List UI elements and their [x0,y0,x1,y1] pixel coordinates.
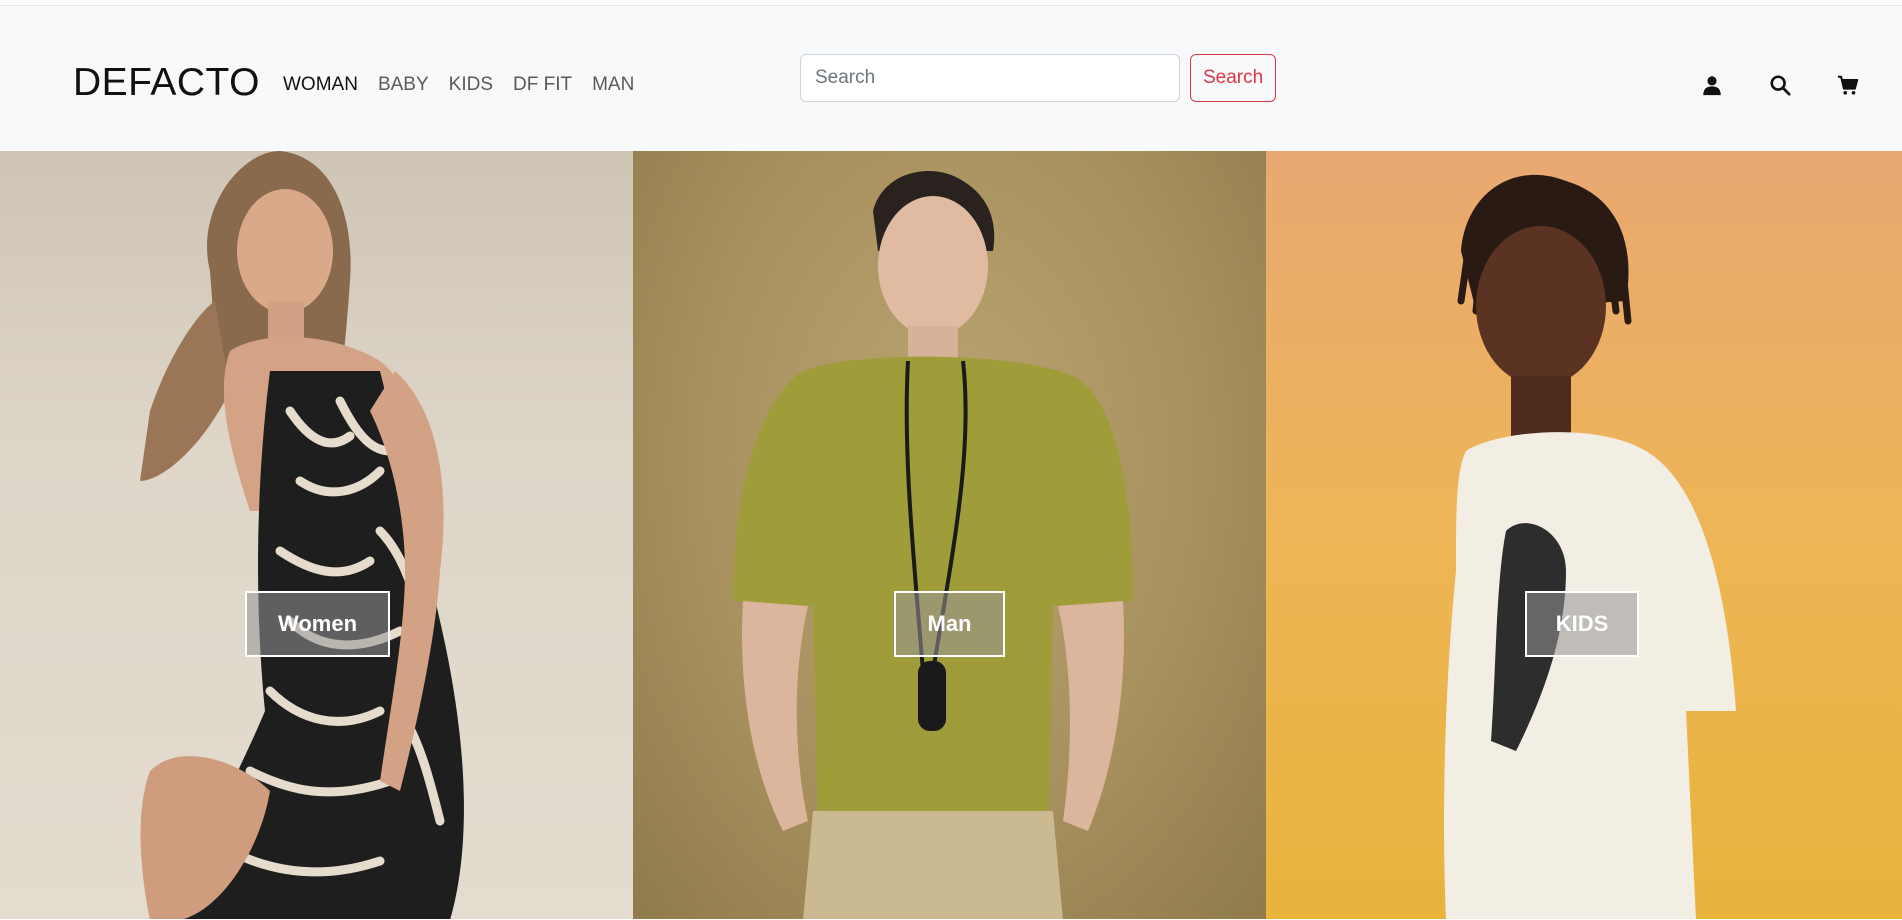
nav-link-df-fit[interactable]: DF FIT [513,68,572,102]
nav-link-baby[interactable]: BABY [378,68,429,102]
cart-icon[interactable] [1831,68,1865,102]
navbar: DEFACTO WOMAN BABY KIDS DF FIT MAN Searc… [0,6,1902,151]
kids-model-image [1444,174,1736,920]
search-icon[interactable] [1763,68,1797,102]
user-icon[interactable] [1695,68,1729,102]
nav-link-woman[interactable]: WOMAN [283,68,358,102]
search-input[interactable] [800,54,1180,102]
women-category-panel[interactable]: Women [0,151,633,920]
search-button[interactable]: Search [1190,54,1277,102]
kids-category-panel[interactable]: KIDS [1266,151,1902,920]
main-nav: WOMAN BABY KIDS DF FIT MAN [283,68,654,102]
header-icons [1695,68,1899,102]
nav-link-man[interactable]: MAN [592,68,634,102]
brand-logo[interactable]: DEFACTO [73,60,260,106]
kids-category-button[interactable]: KIDS [1525,591,1639,657]
nav-link-kids[interactable]: KIDS [449,68,493,102]
man-category-panel[interactable]: Man [633,151,1266,920]
search-form: Search [800,54,1277,102]
man-category-button[interactable]: Man [894,591,1005,657]
women-model-image [140,151,464,920]
category-hero: Women Man KIDS [0,151,1902,920]
man-model-image [733,171,1133,920]
women-category-button[interactable]: Women [245,591,390,657]
